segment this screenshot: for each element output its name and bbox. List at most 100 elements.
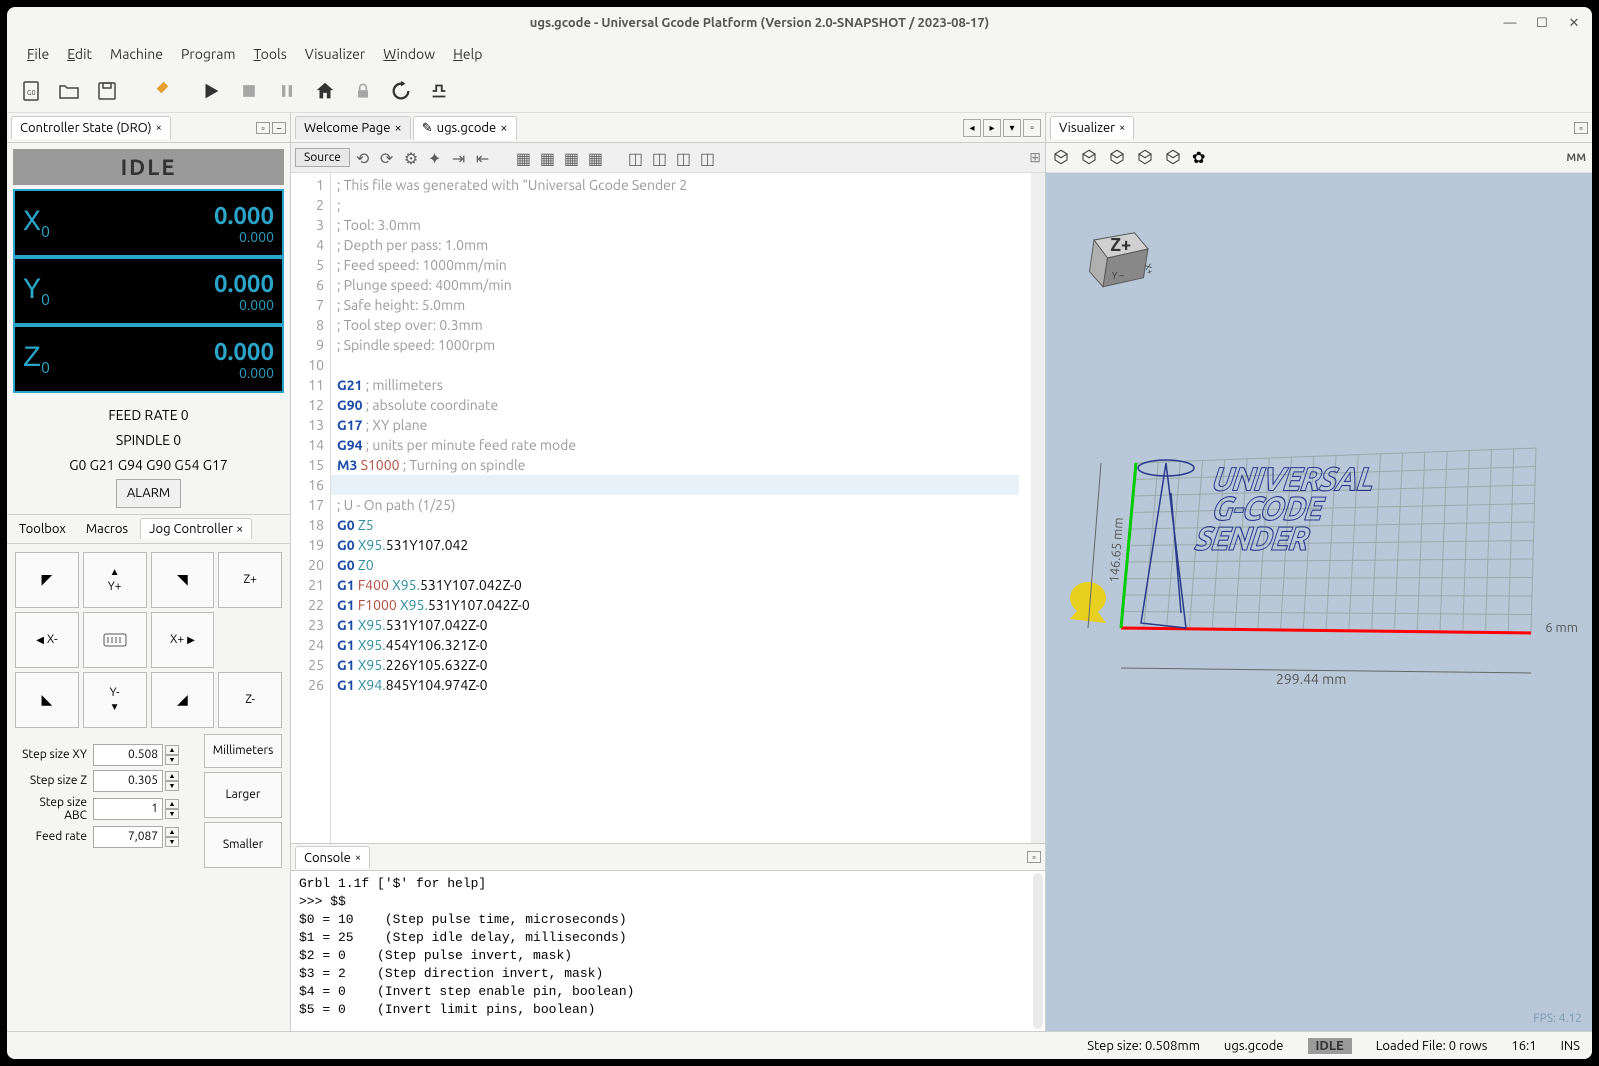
axis-z[interactable]: Z0 0.0000.000: [13, 325, 284, 393]
tool-icon[interactable]: ◫: [676, 149, 694, 167]
tab-visualizer[interactable]: Visualizer ×: [1050, 116, 1134, 139]
menu-visualizer[interactable]: Visualizer: [297, 42, 373, 66]
feed-input[interactable]: [93, 826, 163, 848]
step-z-input[interactable]: [93, 770, 163, 792]
smaller-button[interactable]: Smaller: [204, 822, 282, 868]
tool-icon[interactable]: ◫: [628, 149, 646, 167]
tool-icon[interactable]: ◫: [652, 149, 670, 167]
jog-button[interactable]: Y-▼: [83, 672, 147, 728]
open-file-icon[interactable]: [53, 75, 85, 107]
tool-icon[interactable]: ◫: [700, 149, 718, 167]
jog-button[interactable]: Z-: [218, 672, 282, 728]
close-icon[interactable]: ×: [355, 852, 361, 864]
axis-y[interactable]: Y0 0.0000.000: [13, 257, 284, 325]
dock-icon[interactable]: ▫: [1027, 851, 1041, 863]
jog-button[interactable]: X+ ▶: [151, 612, 215, 668]
close-button[interactable]: ✕: [1566, 15, 1582, 31]
expand-icon[interactable]: ⊞: [1029, 149, 1041, 166]
jog-button[interactable]: ◥: [151, 552, 215, 608]
tab-jog[interactable]: Jog Controller ×: [140, 518, 252, 539]
pause-icon[interactable]: [271, 75, 303, 107]
larger-button[interactable]: Larger: [204, 772, 282, 818]
nav-max-icon[interactable]: ▫: [1023, 119, 1041, 137]
axis-x[interactable]: X0 0.0000.000: [13, 189, 284, 257]
minimize-button[interactable]: —: [1502, 15, 1518, 31]
unit-button[interactable]: Millimeters: [204, 734, 282, 768]
tool-icon[interactable]: ⟲: [356, 149, 374, 167]
jog-button[interactable]: ◣: [15, 672, 79, 728]
menu-file[interactable]: File: [19, 42, 57, 66]
spin-down-icon[interactable]: ▼: [165, 781, 179, 791]
visualizer-canvas[interactable]: Z+ X+ Y –: [1046, 173, 1592, 1031]
jog-button[interactable]: ▲Y+: [83, 552, 147, 608]
alarm-button[interactable]: ALARM: [116, 479, 181, 508]
menu-window[interactable]: Window: [375, 42, 443, 66]
menu-tools[interactable]: Tools: [246, 42, 295, 66]
menu-edit[interactable]: Edit: [59, 42, 100, 66]
spin-down-icon[interactable]: ▼: [165, 755, 179, 765]
vis-iso-icon[interactable]: [1080, 148, 1100, 168]
vis-front-icon[interactable]: [1108, 148, 1128, 168]
tool-icon[interactable]: ⇤: [476, 149, 494, 167]
jog-button[interactable]: ◤: [15, 552, 79, 608]
home-icon[interactable]: [309, 75, 341, 107]
nav-next-icon[interactable]: ▸: [983, 119, 1001, 137]
jog-button[interactable]: Z+: [218, 552, 282, 608]
tool-icon[interactable]: ▦: [564, 149, 582, 167]
spin-up-icon[interactable]: ▲: [165, 771, 179, 781]
source-button[interactable]: Source: [295, 148, 350, 167]
tool-icon[interactable]: ▦: [516, 149, 534, 167]
tool-icon[interactable]: ⚙: [404, 149, 422, 167]
spin-up-icon[interactable]: ▲: [165, 799, 179, 809]
spin-up-icon[interactable]: ▲: [165, 745, 179, 755]
code-editor[interactable]: 1234567891011121314151617181920212223242…: [291, 173, 1045, 843]
dock-icon[interactable]: ▫: [1574, 122, 1588, 134]
menu-help[interactable]: Help: [445, 42, 490, 66]
dro-tab[interactable]: Controller State (DRO) ×: [11, 116, 171, 139]
save-file-icon[interactable]: [91, 75, 123, 107]
tool-icon[interactable]: ⟳: [380, 149, 398, 167]
vis-side-icon[interactable]: [1164, 148, 1184, 168]
vis-reset-icon[interactable]: [1052, 148, 1072, 168]
probe-icon[interactable]: [423, 75, 455, 107]
tab-file[interactable]: ✎ ugs.gcode ×: [413, 116, 517, 140]
dock-min-icon[interactable]: –: [272, 122, 286, 134]
close-icon[interactable]: ×: [236, 522, 243, 536]
step-xy-input[interactable]: [93, 744, 163, 766]
tool-icon[interactable]: ▦: [540, 149, 558, 167]
tab-console[interactable]: Console ×: [295, 846, 370, 869]
lock-icon[interactable]: [347, 75, 379, 107]
step-abc-input[interactable]: [93, 798, 163, 820]
nav-prev-icon[interactable]: ◂: [963, 119, 981, 137]
tool-icon[interactable]: ⇥: [452, 149, 470, 167]
jog-button[interactable]: ◀ X-: [15, 612, 79, 668]
close-icon[interactable]: ×: [500, 121, 507, 135]
close-icon[interactable]: ×: [394, 121, 401, 135]
spin-down-icon[interactable]: ▼: [165, 837, 179, 847]
jog-button[interactable]: [83, 612, 147, 668]
play-icon[interactable]: [195, 75, 227, 107]
tool-icon[interactable]: ▦: [588, 149, 606, 167]
jog-button[interactable]: ◢: [151, 672, 215, 728]
stop-icon[interactable]: [233, 75, 265, 107]
console-output[interactable]: Grbl 1.1f ['$' for help] >>> $$ $0 = 10 …: [291, 871, 1045, 1031]
tab-macros[interactable]: Macros: [78, 519, 136, 539]
scrollbar[interactable]: [1031, 173, 1045, 843]
vis-settings-icon[interactable]: ✿: [1192, 148, 1212, 168]
menu-program[interactable]: Program: [173, 42, 243, 66]
nav-menu-icon[interactable]: ▾: [1003, 119, 1021, 137]
reset-icon[interactable]: [385, 75, 417, 107]
menu-machine[interactable]: Machine: [102, 42, 171, 66]
tab-welcome[interactable]: Welcome Page ×: [295, 116, 411, 139]
tool-icon[interactable]: ✦: [428, 149, 446, 167]
close-icon[interactable]: ×: [1119, 122, 1125, 134]
new-file-icon[interactable]: G0: [15, 75, 47, 107]
connect-icon[interactable]: [143, 75, 175, 107]
tab-toolbox[interactable]: Toolbox: [11, 519, 74, 539]
dock-left-icon[interactable]: ▫: [256, 122, 270, 134]
vis-top-icon[interactable]: [1136, 148, 1156, 168]
maximize-button[interactable]: ☐: [1534, 15, 1550, 31]
close-icon[interactable]: ×: [156, 122, 162, 134]
spin-up-icon[interactable]: ▲: [165, 827, 179, 837]
spin-down-icon[interactable]: ▼: [165, 809, 179, 819]
